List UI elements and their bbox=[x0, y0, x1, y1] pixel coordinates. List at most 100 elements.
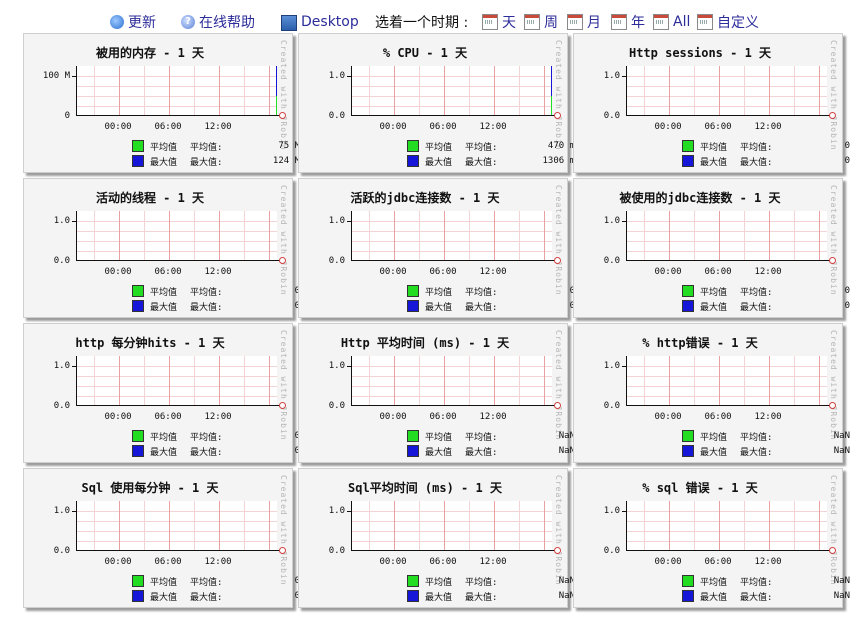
x-axis-arrow-icon bbox=[279, 402, 286, 409]
period-custom-link[interactable]: 自定义 bbox=[697, 12, 759, 32]
y-tick-label: 0.0 bbox=[53, 546, 70, 556]
grid-line bbox=[744, 501, 745, 551]
grid-line bbox=[744, 356, 745, 406]
grid-line bbox=[644, 66, 645, 116]
period-month-link[interactable]: 月 bbox=[567, 12, 601, 32]
legend-mean-name: 平均值 bbox=[425, 142, 453, 153]
grid-line bbox=[519, 66, 520, 116]
chart-panel: % CPU - 1 天 Created with JRobin 1.0 0.0 00:0… bbox=[298, 33, 575, 173]
legend-mean-stat: 平均值: bbox=[190, 287, 223, 298]
mean-swatch bbox=[682, 430, 694, 442]
legend-max-name: 最大值 bbox=[425, 157, 453, 168]
chart-panel: Http 平均时间 (ms) - 1 天 Created with JRobin 1… bbox=[298, 323, 575, 463]
legend-max-value: NaN bbox=[558, 446, 575, 456]
legend-max-value: 124 M bbox=[272, 156, 300, 166]
grid-line bbox=[352, 541, 552, 542]
refresh-link[interactable]: 更新 bbox=[110, 12, 156, 32]
period-all-link[interactable]: All bbox=[653, 12, 690, 32]
legend-mean: 平均值 平均值: 75 M bbox=[132, 140, 300, 153]
x-axis bbox=[352, 405, 556, 406]
grid-line bbox=[819, 66, 820, 116]
x-axis-arrow-icon bbox=[829, 547, 836, 554]
chart-panel: 被使用的jdbc连接数 - 1 天 Created with JRobin 1.0 0… bbox=[573, 178, 850, 318]
grid-line bbox=[744, 211, 745, 261]
x-tick-label: 12:00 bbox=[754, 557, 782, 567]
y-tick-label: 1.0 bbox=[328, 216, 345, 226]
period-day-link[interactable]: 天 bbox=[482, 12, 516, 32]
jrobin-watermark: Created with JRobin bbox=[829, 475, 838, 586]
legend-mean-stat: 平均值: bbox=[465, 577, 498, 588]
grid-line bbox=[769, 66, 770, 116]
legend-max-name: 最大值 bbox=[700, 157, 728, 168]
legend-mean-name: 平均值 bbox=[150, 432, 178, 443]
grid-line bbox=[369, 501, 370, 551]
grid-line bbox=[219, 501, 220, 551]
legend-mean-value: 0 bbox=[844, 141, 850, 151]
grid-line bbox=[144, 66, 145, 116]
grid-line bbox=[269, 211, 270, 261]
grid-line bbox=[77, 376, 277, 377]
grid-line bbox=[119, 211, 120, 261]
grid-line bbox=[769, 211, 770, 261]
grid-line bbox=[469, 211, 470, 261]
chart-panel: http 每分钟hits - 1 天 Created with JRobin 1.0… bbox=[23, 323, 300, 463]
grid-line bbox=[419, 66, 420, 116]
grid-line bbox=[627, 106, 827, 107]
grid-line bbox=[169, 66, 170, 116]
legend-mean-name: 平均值 bbox=[425, 432, 453, 443]
desktop-link[interactable]: Desktop bbox=[281, 12, 359, 32]
period-week-link[interactable]: 周 bbox=[524, 12, 558, 32]
grid-line bbox=[819, 211, 820, 261]
max-swatch bbox=[682, 155, 694, 167]
x-tick-label: 00:00 bbox=[104, 412, 132, 422]
grid-line bbox=[352, 231, 552, 232]
grid-line bbox=[352, 386, 552, 387]
grid-line bbox=[669, 356, 670, 406]
legend-mean-stat: 平均值: bbox=[740, 432, 773, 443]
grid-line bbox=[419, 211, 420, 261]
grid-line bbox=[627, 376, 827, 377]
legend-mean-stat: 平均值: bbox=[190, 142, 223, 153]
grid-line bbox=[469, 501, 470, 551]
grid-line bbox=[444, 356, 445, 406]
grid-line bbox=[244, 356, 245, 406]
calendar-icon bbox=[567, 14, 583, 30]
x-tick-label: 00:00 bbox=[379, 557, 407, 567]
max-swatch bbox=[132, 590, 144, 602]
calendar-icon bbox=[482, 14, 498, 30]
legend-mean-stat: 平均值: bbox=[190, 432, 223, 443]
chart-title: % sql 错误 - 1 天 bbox=[642, 481, 758, 495]
help-link[interactable]: ? 在线帮助 bbox=[181, 12, 255, 32]
grid-line bbox=[669, 211, 670, 261]
grid-line bbox=[119, 501, 120, 551]
x-tick-label: 06:00 bbox=[429, 557, 457, 567]
mean-swatch bbox=[407, 430, 419, 442]
chart-panel: 被用的内存 - 1 天 Created with JRobin 100 M 0 00:0… bbox=[23, 33, 300, 173]
grid-line bbox=[819, 501, 820, 551]
legend-max-value: NaN bbox=[833, 446, 850, 456]
mean-series-line bbox=[551, 96, 552, 116]
period-year-link[interactable]: 年 bbox=[611, 12, 645, 32]
x-tick-label: 06:00 bbox=[154, 557, 182, 567]
mean-swatch bbox=[682, 140, 694, 152]
grid-line bbox=[644, 501, 645, 551]
chart-title: 被用的内存 - 1 天 bbox=[95, 46, 205, 60]
x-axis bbox=[352, 260, 556, 261]
y-tick-label: 1.0 bbox=[328, 71, 345, 81]
legend-mean: 平均值 平均值: NaN bbox=[682, 430, 850, 443]
grid-line bbox=[94, 501, 95, 551]
grid-line bbox=[77, 231, 277, 232]
grid-line bbox=[469, 66, 470, 116]
y-tick bbox=[622, 366, 626, 367]
max-swatch bbox=[132, 300, 144, 312]
x-axis bbox=[627, 115, 831, 116]
x-axis-arrow-icon bbox=[554, 547, 561, 554]
grid-line bbox=[77, 251, 277, 252]
legend-max-stat: 最大值: bbox=[740, 157, 773, 168]
chart-plot-area bbox=[626, 356, 836, 409]
legend-mean-stat: 平均值: bbox=[465, 287, 498, 298]
period-week-label: 周 bbox=[544, 15, 558, 31]
y-tick-label: 1.0 bbox=[603, 216, 620, 226]
legend-max-value: 0 bbox=[230, 591, 300, 601]
grid-line bbox=[144, 501, 145, 551]
